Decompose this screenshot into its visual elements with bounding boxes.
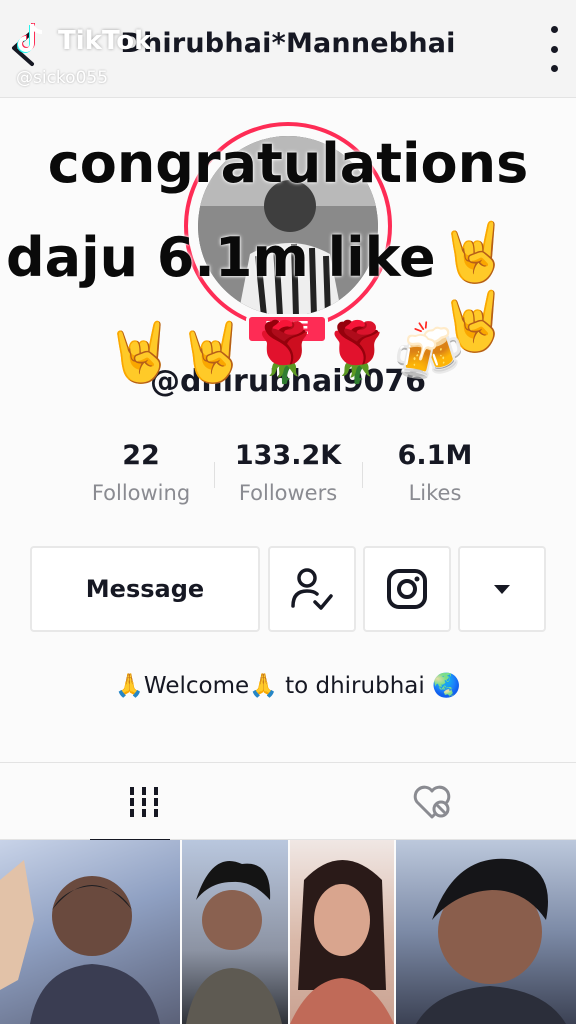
- video-grid: [0, 840, 576, 1024]
- stat-label: Likes: [408, 481, 462, 505]
- tab-liked[interactable]: [288, 763, 576, 841]
- caption-line-1: congratulations: [47, 132, 529, 195]
- friends-button[interactable]: [268, 546, 356, 632]
- stat-value: 133.2K: [234, 440, 342, 471]
- more-options-button[interactable]: [546, 26, 562, 72]
- stat-value: 6.1M: [397, 440, 473, 471]
- stat-following[interactable]: 22 Following: [66, 440, 216, 505]
- watermark-brand: TikTok: [58, 26, 152, 56]
- caret-down-icon: [494, 584, 510, 594]
- video-thumbnail[interactable]: [0, 840, 180, 1024]
- stat-label: Followers: [238, 481, 338, 505]
- stat-likes[interactable]: 6.1M Likes: [360, 440, 510, 505]
- video-thumbnail[interactable]: [182, 840, 288, 1024]
- user-check-icon: [291, 568, 333, 610]
- tab-videos[interactable]: [0, 763, 288, 842]
- message-button[interactable]: Message: [30, 546, 260, 632]
- tiktok-logo-icon: [17, 23, 43, 53]
- video-thumbnail[interactable]: [290, 840, 394, 1024]
- video-thumbnail[interactable]: [396, 840, 576, 1024]
- more-actions-dropdown[interactable]: [458, 546, 546, 632]
- instagram-button[interactable]: [363, 546, 451, 632]
- profile-tabs: [0, 762, 576, 842]
- grid-icon: [130, 787, 158, 817]
- profile-bio: 🙏Welcome🙏 to dhirubhai 🌏: [115, 673, 461, 699]
- profile-stats: 22 Following 133.2K Followers 6.1M Likes: [72, 440, 504, 516]
- more-vertical-icon: [550, 26, 558, 33]
- stat-value: 22: [122, 440, 160, 471]
- heart-hidden-icon: [413, 785, 451, 819]
- caption-emojis-2: 🤘🤘🌹🌹🍻: [104, 318, 466, 386]
- instagram-icon: [387, 569, 427, 609]
- stat-followers[interactable]: 133.2K Followers: [213, 440, 363, 505]
- stat-label: Following: [91, 481, 191, 505]
- watermark-user: @sicko055: [16, 68, 109, 88]
